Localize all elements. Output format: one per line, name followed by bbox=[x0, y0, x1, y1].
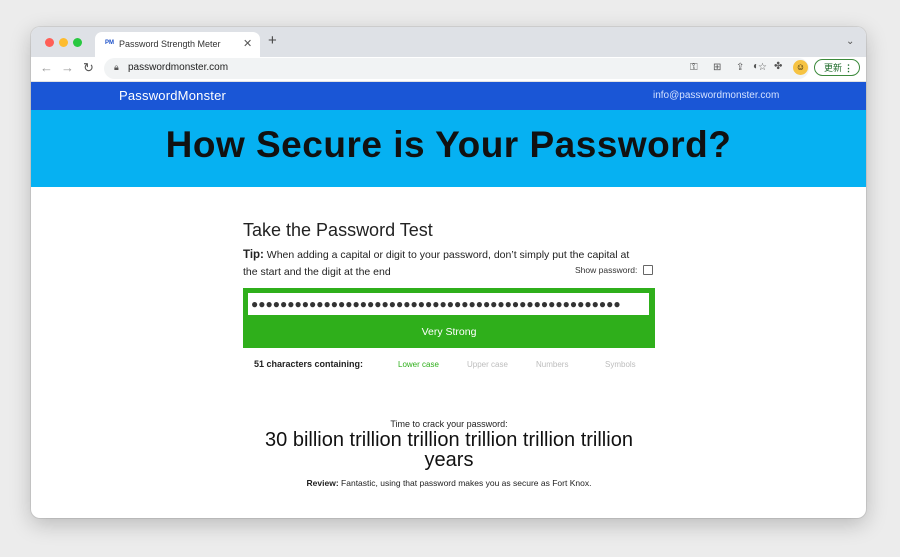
back-arrow-icon[interactable]: ← bbox=[40, 60, 53, 75]
new-tab-button[interactable]: + bbox=[268, 32, 277, 49]
share-icon[interactable]: ⇪ bbox=[736, 62, 744, 73]
address-bar[interactable]: 🔒︎ passwordmonster.com ⚿ ⊞ ⇪ ☆ bbox=[104, 58, 809, 79]
show-password-label: Show password: bbox=[575, 265, 638, 275]
more-menu-icon: ⋮ bbox=[844, 63, 853, 73]
update-label: 更新 bbox=[824, 63, 843, 73]
hero-title: How Secure is Your Password? bbox=[165, 124, 732, 165]
site-logo[interactable]: PasswordMonster bbox=[119, 88, 226, 103]
category-numbers: Numbers bbox=[536, 360, 569, 369]
review-label: Review: bbox=[306, 478, 339, 488]
show-password-checkbox[interactable] bbox=[643, 265, 653, 275]
category-lower-case: Lower case bbox=[398, 360, 439, 369]
password-input[interactable]: ●●●●●●●●●●●●●●●●●●●●●●●●●●●●●●●●●●●●●●●●… bbox=[248, 293, 649, 315]
update-button[interactable]: 更新 ⋮ bbox=[814, 59, 860, 76]
strength-label: Very Strong bbox=[421, 326, 477, 338]
hero-banner: How Secure is Your Password? bbox=[31, 110, 866, 187]
lock-icon[interactable]: 🔒︎ bbox=[114, 62, 119, 73]
forward-arrow-icon[interactable]: → bbox=[61, 60, 74, 75]
contact-email-link[interactable]: info@passwordmonster.com bbox=[653, 90, 779, 101]
test-heading: Take the Password Test bbox=[243, 220, 433, 240]
close-tab-icon[interactable]: ✕ bbox=[243, 37, 252, 50]
tab-search-chevron-icon[interactable]: ⌄ bbox=[846, 36, 854, 47]
tab-strip: PM Password Strength Meter ✕ + ⌄ bbox=[31, 27, 866, 57]
tab-title: Password Strength Meter bbox=[119, 39, 221, 49]
minimize-window-button[interactable] bbox=[59, 38, 68, 47]
url-text[interactable]: passwordmonster.com bbox=[128, 62, 228, 73]
review-text: Review: Fantastic, using that password m… bbox=[243, 478, 655, 488]
password-strength-box: ●●●●●●●●●●●●●●●●●●●●●●●●●●●●●●●●●●●●●●●●… bbox=[243, 288, 655, 348]
category-symbols: Symbols bbox=[605, 360, 636, 369]
puzzle-icon[interactable]: ✤ bbox=[774, 61, 782, 72]
maximize-window-button[interactable] bbox=[73, 38, 82, 47]
tab-password-strength-meter[interactable]: PM Password Strength Meter ✕ bbox=[95, 32, 260, 57]
crack-time-value: 30 billion trillion trillion trillion tr… bbox=[265, 429, 633, 471]
browser-toolbar: ← → ↻ 🔒︎ passwordmonster.com ⚿ ⊞ ⇪ ☆ ◐ ✤… bbox=[31, 57, 866, 82]
favicon-icon: PM bbox=[105, 40, 114, 46]
tip-label: Tip: bbox=[243, 249, 264, 261]
tip-body: When adding a capital or digit to your p… bbox=[243, 249, 630, 278]
extension-icon[interactable]: ◐ bbox=[753, 61, 759, 72]
review-body: Fantastic, using that password makes you… bbox=[341, 478, 592, 488]
close-window-button[interactable] bbox=[45, 38, 54, 47]
category-upper-case: Upper case bbox=[467, 360, 508, 369]
site-header: PasswordMonster info@passwordmonster.com bbox=[31, 82, 866, 110]
bookmark-star-icon[interactable]: ☆ bbox=[758, 62, 767, 73]
character-count: 51 characters containing: bbox=[254, 359, 364, 369]
profile-avatar[interactable]: ☺ bbox=[793, 60, 808, 75]
browser-window: PM Password Strength Meter ✕ + ⌄ ← → ↻ 🔒… bbox=[31, 27, 866, 518]
key-icon[interactable]: ⚿ bbox=[690, 62, 698, 73]
tip-text: Tip: When adding a capital or digit to y… bbox=[243, 247, 643, 281]
crack-time-label: Time to crack your password: bbox=[390, 419, 508, 429]
reload-icon[interactable]: ↻ bbox=[83, 60, 94, 76]
translate-icon[interactable]: ⊞ bbox=[713, 62, 721, 73]
